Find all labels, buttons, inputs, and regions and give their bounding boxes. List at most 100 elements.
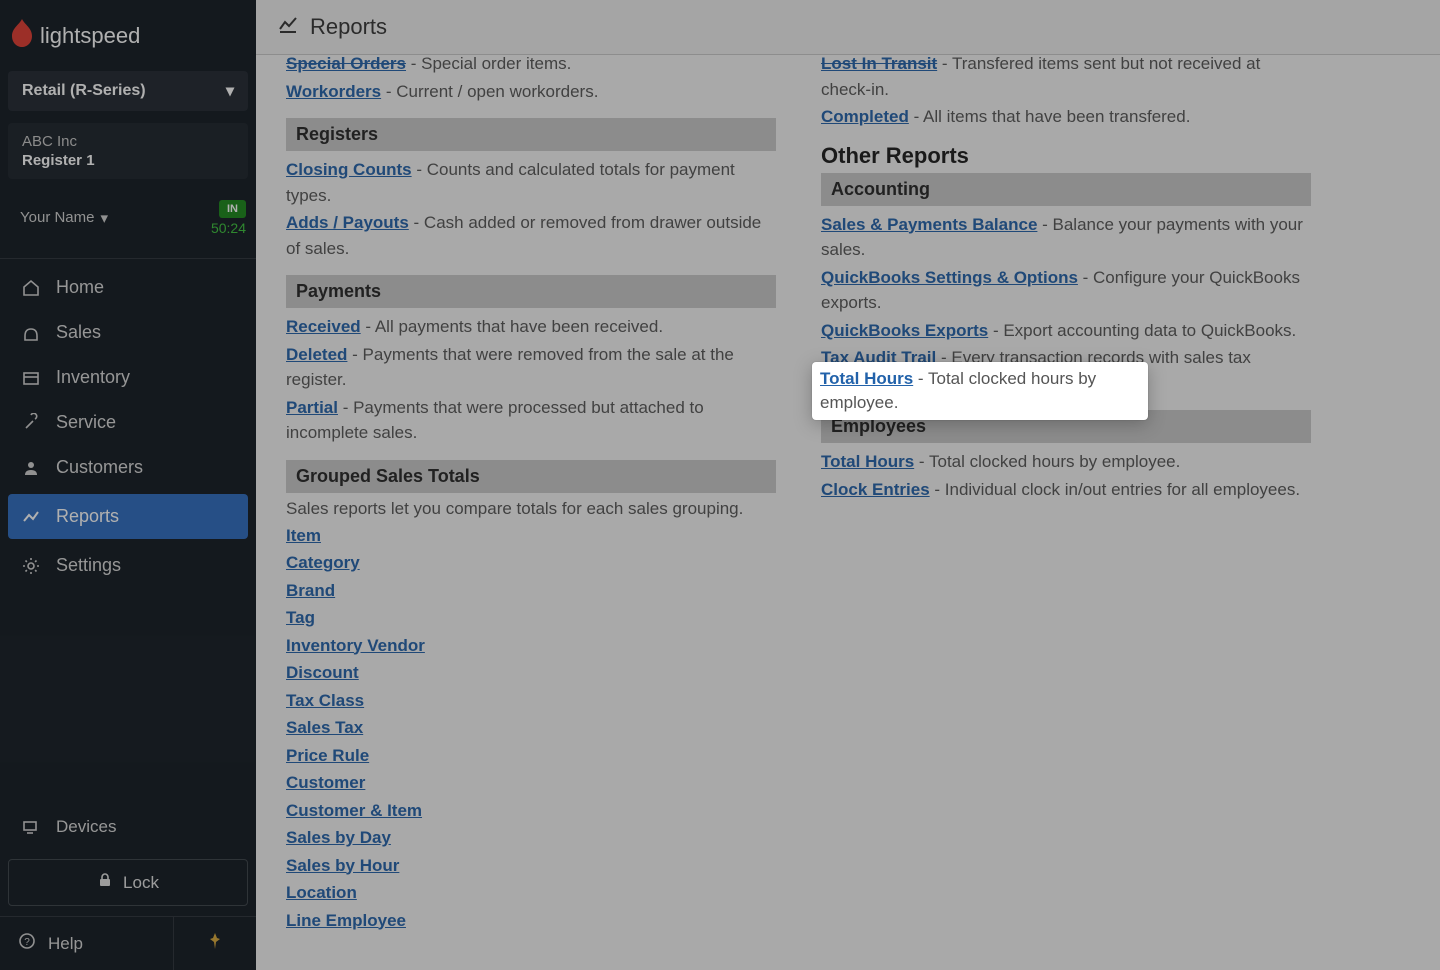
report-link[interactable]: Discount <box>286 663 359 682</box>
sidebar-item-settings[interactable]: Settings <box>0 543 256 588</box>
help-button[interactable]: ? Help <box>0 917 174 970</box>
report-entry: Partial - Payments that were processed b… <box>286 395 776 446</box>
report-link[interactable]: Tag <box>286 608 315 627</box>
report-link[interactable]: Partial <box>286 398 338 417</box>
divider <box>0 258 256 259</box>
lock-icon <box>97 872 113 893</box>
report-entry: Closing Counts - Counts and calculated t… <box>286 157 776 208</box>
section-accounting: Accounting <box>821 173 1311 206</box>
reports-icon <box>20 507 42 527</box>
report-link[interactable]: Clock Entries <box>821 480 930 499</box>
cutoff-section: Special Orders - Special order items. Wo… <box>286 51 776 104</box>
report-link[interactable]: Customer <box>286 773 365 792</box>
sidebar-item-service[interactable]: Service <box>0 400 256 445</box>
report-entry: Discount <box>286 660 776 686</box>
report-link[interactable]: Workorders <box>286 82 381 101</box>
product-selector-label: Retail (R-Series) <box>22 82 146 100</box>
report-link[interactable]: Line Employee <box>286 911 406 930</box>
report-entry: Tax Audit Trail - Every transaction reco… <box>821 345 1311 396</box>
report-link[interactable]: Tax Class <box>286 691 364 710</box>
report-link[interactable]: Customer & Item <box>286 801 422 820</box>
clock-status[interactable]: IN 50:24 <box>211 199 246 236</box>
report-link[interactable]: Tax Audit Trail <box>821 348 936 367</box>
page-title: Reports <box>310 14 387 40</box>
report-link[interactable]: Item <box>286 526 321 545</box>
report-link[interactable]: Special Orders <box>286 51 406 77</box>
user-name: Your Name <box>20 209 95 226</box>
report-desc: - Individual clock in/out entries for al… <box>930 480 1300 499</box>
report-desc: - Export accounting data to QuickBooks. <box>988 321 1296 340</box>
report-entry: Sales by Hour <box>286 853 776 879</box>
section-payments: Payments <box>286 275 776 308</box>
report-link[interactable]: Received <box>286 317 361 336</box>
brand-row: lightspeed <box>0 0 256 59</box>
brand-text: lightspeed <box>40 23 140 49</box>
report-desc: - All items that have been transfered. <box>909 107 1191 126</box>
flame-icon <box>10 18 34 53</box>
lock-label: Lock <box>123 873 159 893</box>
report-link[interactable]: Inventory Vendor <box>286 636 425 655</box>
sidebar-item-inventory[interactable]: Inventory <box>0 355 256 400</box>
report-entry-total-hours: Total Hours - Total clocked hours by emp… <box>821 449 1311 475</box>
section-employees: Employees <box>821 410 1311 443</box>
report-link[interactable]: Total Hours <box>821 452 914 471</box>
report-link[interactable]: Deleted <box>286 345 347 364</box>
sidebar-item-label: Settings <box>56 555 121 576</box>
other-reports-heading: Other Reports <box>821 143 1311 169</box>
sidebar-item-label: Inventory <box>56 367 130 388</box>
section-grouped: Grouped Sales Totals <box>286 460 776 493</box>
report-link[interactable]: Brand <box>286 581 335 600</box>
report-link[interactable]: Sales Tax <box>286 718 363 737</box>
page-header: Reports <box>256 0 1440 55</box>
inventory-icon <box>20 368 42 388</box>
main: Reports Special Orders - Special order i… <box>256 0 1440 970</box>
help-icon: ? <box>18 932 36 955</box>
lock-button[interactable]: Lock <box>8 859 248 906</box>
sidebar-item-devices[interactable]: Devices <box>0 805 256 849</box>
sidebar-item-reports[interactable]: Reports <box>8 494 248 539</box>
report-link[interactable]: Location <box>286 883 357 902</box>
report-link[interactable]: Completed <box>821 107 909 126</box>
report-link[interactable]: Sales & Payments Balance <box>821 215 1037 234</box>
report-entry: Workorders - Current / open workorders. <box>286 79 776 105</box>
cutoff-section: Lost In Transit - Transfered items sent … <box>821 51 1311 130</box>
service-icon <box>20 413 42 433</box>
report-entry: Sales Tax <box>286 715 776 741</box>
report-desc: - Payments that were processed but attac… <box>286 398 704 443</box>
report-link[interactable]: Sales by Hour <box>286 856 399 875</box>
sidebar: lightspeed Retail (R-Series) ▾ ABC Inc R… <box>0 0 256 970</box>
report-desc: - All payments that have been received. <box>361 317 663 336</box>
report-entry: Adds / Payouts - Cash added or removed f… <box>286 210 776 261</box>
report-desc: - Total clocked hours by employee. <box>914 452 1180 471</box>
report-link[interactable]: Closing Counts <box>286 160 412 179</box>
sidebar-item-customers[interactable]: Customers <box>0 445 256 490</box>
report-link[interactable]: Adds / Payouts <box>286 213 409 232</box>
report-entry: Location <box>286 880 776 906</box>
section-registers: Registers <box>286 118 776 151</box>
gear-icon <box>20 556 42 576</box>
sidebar-item-label: Home <box>56 277 104 298</box>
report-link[interactable]: Sales by Day <box>286 828 391 847</box>
help-label: Help <box>48 934 83 954</box>
product-selector[interactable]: Retail (R-Series) ▾ <box>8 71 248 111</box>
chevron-down-icon: ▾ <box>101 209 109 227</box>
report-desc: - Current / open workorders. <box>381 82 598 101</box>
report-entry: Customer & Item <box>286 798 776 824</box>
sales-icon <box>20 323 42 343</box>
report-entry: Price Rule <box>286 743 776 769</box>
report-link[interactable]: QuickBooks Exports <box>821 321 988 340</box>
user-menu[interactable]: Your Name ▾ <box>20 209 108 227</box>
report-entry: Deleted - Payments that were removed fro… <box>286 342 776 393</box>
location-box[interactable]: ABC Inc Register 1 <box>8 123 248 179</box>
report-link[interactable]: Price Rule <box>286 746 369 765</box>
svg-text:?: ? <box>24 937 30 948</box>
pin-button[interactable] <box>174 917 256 970</box>
sidebar-item-home[interactable]: Home <box>0 265 256 310</box>
report-link[interactable]: Lost In Transit <box>821 51 937 77</box>
report-entry: Brand <box>286 578 776 604</box>
report-link[interactable]: QuickBooks Settings & Options <box>821 268 1078 287</box>
sidebar-item-sales[interactable]: Sales <box>0 310 256 355</box>
sidebar-item-label: Customers <box>56 457 143 478</box>
report-link[interactable]: Category <box>286 553 360 572</box>
sidebar-item-label: Devices <box>56 817 116 837</box>
